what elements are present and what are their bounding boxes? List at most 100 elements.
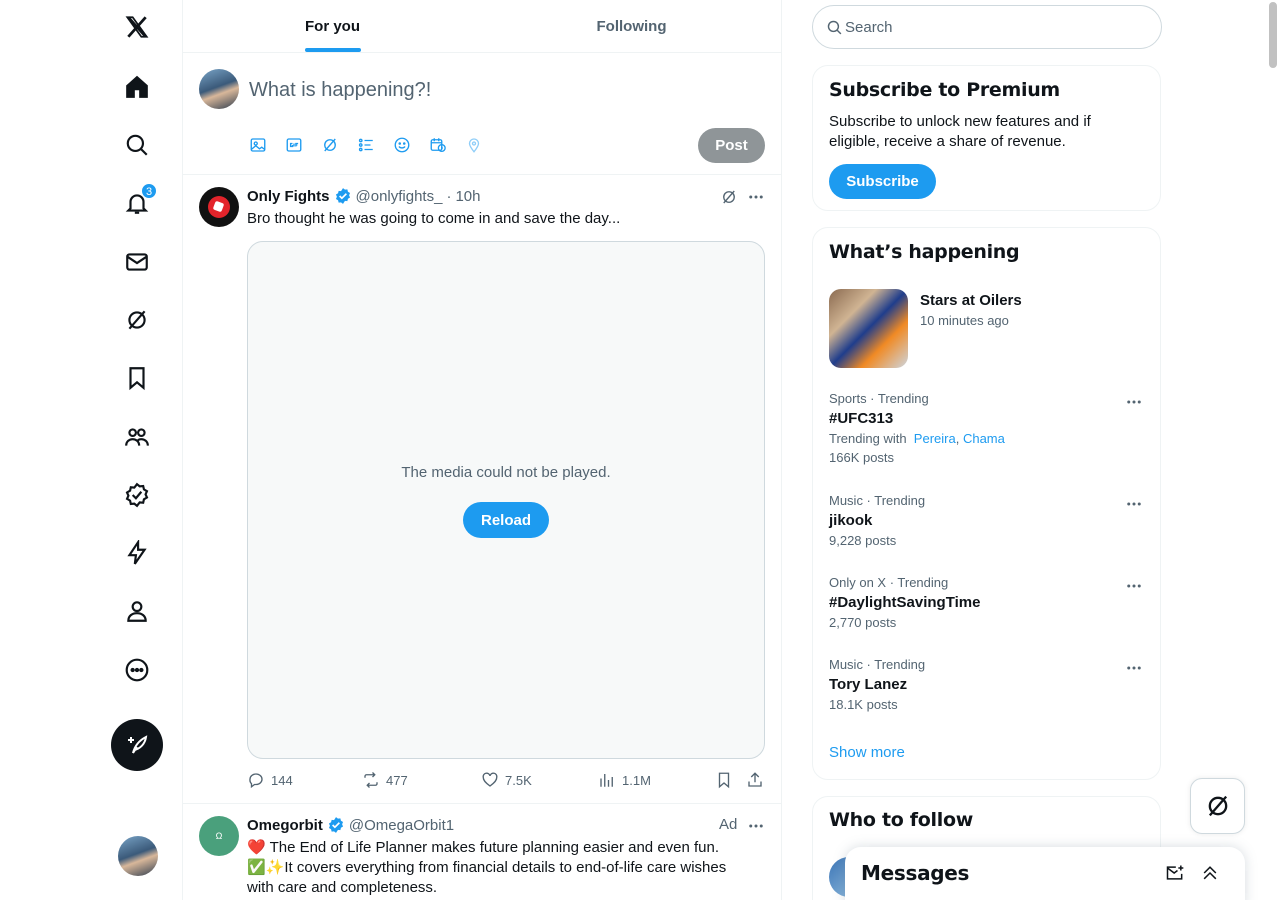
tab-following[interactable]: Following (482, 0, 781, 52)
home-icon[interactable] (115, 65, 159, 109)
views-button[interactable]: 1.1M (598, 771, 651, 789)
grok-tool-icon[interactable] (321, 136, 341, 156)
account-avatar[interactable] (118, 836, 158, 876)
more-options-icon[interactable] (746, 187, 766, 207)
bookmark-icon[interactable] (115, 356, 159, 400)
verified-badge-icon (328, 817, 343, 833)
right-sidebar: Subscribe to Premium Subscribe to unlock… (812, 0, 1162, 900)
trend-name: #DaylightSavingTime (829, 594, 981, 611)
schedule-icon[interactable] (429, 136, 449, 156)
gif-icon[interactable] (285, 136, 305, 156)
tweet-author-avatar[interactable]: Ω (199, 816, 239, 856)
ad-label: Ad (719, 816, 738, 833)
grok-icon (1208, 795, 1227, 817)
messages-drawer[interactable]: Messages (845, 847, 1245, 900)
more-options-icon[interactable] (746, 816, 766, 836)
tweet-text: Bro thought he was going to come in and … (247, 210, 621, 227)
scrollbar-thumb[interactable] (1269, 2, 1277, 68)
repost-button[interactable]: 477 (362, 771, 408, 789)
compose-post-button[interactable] (111, 719, 163, 771)
grok-explain-icon[interactable] (719, 187, 739, 207)
image-icon[interactable] (249, 136, 269, 156)
tweet-author-name[interactable]: Omegorbit (247, 817, 323, 834)
premium-verified-icon[interactable] (115, 473, 159, 517)
timeline-tabs: For you Following (183, 0, 781, 53)
trend-more-icon[interactable] (1123, 658, 1145, 678)
notifications-badge: 3 (141, 183, 157, 199)
expand-chevron-icon[interactable] (1200, 863, 1222, 885)
premium-title: Subscribe to Premium (829, 79, 1060, 101)
trend-meta: Only on X · Trending (829, 575, 949, 590)
trend-link-pereira[interactable]: Pereira (914, 431, 956, 446)
lightning-icon[interactable] (115, 531, 159, 575)
trend-meta: Music · Trending (829, 657, 926, 672)
post-button[interactable]: Post (698, 128, 765, 163)
premium-description: Subscribe to unlock new features and if … (829, 113, 1091, 150)
view-count: 1.1M (622, 772, 651, 788)
trend-count: 2,770 posts (829, 615, 897, 630)
tab-for-you[interactable]: For you (183, 0, 482, 52)
location-icon[interactable] (465, 136, 485, 156)
trend-name: jikook (829, 512, 873, 529)
reply-button[interactable]: 144 (247, 771, 293, 789)
trend-more-icon[interactable] (1123, 392, 1145, 412)
share-button[interactable] (746, 771, 764, 789)
page-scrollbar[interactable] (1267, 0, 1280, 900)
grok-icon[interactable] (115, 298, 159, 342)
bookmark-button[interactable] (715, 771, 733, 789)
subscribe-button[interactable]: Subscribe (829, 164, 936, 199)
trend-item[interactable]: Music · Trending Tory Lanez 18.1K posts (829, 657, 1147, 712)
x-logo-icon[interactable] (115, 5, 159, 49)
tweet-author-handle[interactable]: @OmegaOrbit1 (349, 817, 454, 834)
tweet-text-line: ❤️ The End of Life Planner makes future … (247, 839, 720, 856)
tweet-author-name[interactable]: Only Fights (247, 188, 330, 205)
left-nav: 3 (108, 0, 168, 900)
tweet-text: ❤️ The End of Life Planner makes future … (247, 838, 767, 898)
like-button[interactable]: 7.5K (481, 771, 532, 789)
tweet-timestamp[interactable]: 10h (455, 188, 480, 205)
new-message-icon[interactable] (1165, 863, 1187, 885)
whats-happening-title: What’s happening (829, 241, 1020, 263)
feather-plus-icon (128, 735, 148, 754)
search-input[interactable] (845, 6, 1145, 48)
reload-button[interactable]: Reload (463, 502, 549, 538)
heart-icon (482, 772, 498, 787)
poll-icon[interactable] (357, 136, 377, 156)
post-composer: What is happening?! Post (183, 53, 781, 175)
event-image[interactable] (829, 289, 908, 368)
emoji-icon[interactable] (393, 136, 413, 156)
trend-name: #UFC313 (829, 410, 894, 427)
trend-related: Trending with Pereira, Chama (829, 431, 1005, 446)
trend-item[interactable]: Music · Trending jikook 9,228 posts (829, 493, 1147, 548)
search-icon[interactable] (115, 123, 159, 167)
search-icon (827, 20, 842, 35)
more-circle-icon[interactable] (115, 648, 159, 692)
promoted-tweet[interactable]: Ω Omegorbit @OmegaOrbit1 Ad ❤️ The End o… (183, 804, 781, 900)
premium-card: Subscribe to Premium Subscribe to unlock… (812, 65, 1161, 211)
grok-floating-button[interactable] (1190, 778, 1245, 834)
messages-envelope-icon[interactable] (115, 240, 159, 284)
trend-item[interactable]: Sports · Trending #UFC313 Trending with … (829, 391, 1147, 465)
event-title[interactable]: Stars at Oilers (920, 292, 1022, 309)
composer-input[interactable]: What is happening?! (249, 79, 431, 102)
bookmark-icon (718, 772, 730, 789)
messages-title: Messages (861, 861, 970, 885)
tweet-header: Omegorbit @OmegaOrbit1 (247, 816, 454, 834)
tweet-text-line: with care and completeness. (247, 879, 438, 896)
share-icon (748, 772, 762, 787)
profile-icon[interactable] (115, 589, 159, 633)
notifications-bell-icon[interactable]: 3 (115, 181, 159, 225)
trend-more-icon[interactable] (1123, 576, 1145, 596)
whats-happening-card: What’s happening Stars at Oilers 10 minu… (812, 227, 1161, 780)
trend-item[interactable]: Only on X · Trending #DaylightSavingTime… (829, 575, 1147, 630)
trend-more-icon[interactable] (1123, 494, 1145, 514)
trend-link-chama[interactable]: Chama (963, 431, 1005, 446)
media-error-message: The media could not be played. (401, 464, 611, 481)
tweet[interactable]: Only Fights @onlyfights_ · 10h Bro thoug… (183, 175, 781, 804)
tweet-author-avatar[interactable] (199, 187, 239, 227)
show-more-link[interactable]: Show more (829, 744, 905, 761)
tweet-author-handle[interactable]: @onlyfights_ (356, 188, 443, 205)
analytics-icon (600, 774, 613, 787)
communities-icon[interactable] (115, 415, 159, 459)
tweet-media: The media could not be played. Reload (247, 241, 765, 759)
